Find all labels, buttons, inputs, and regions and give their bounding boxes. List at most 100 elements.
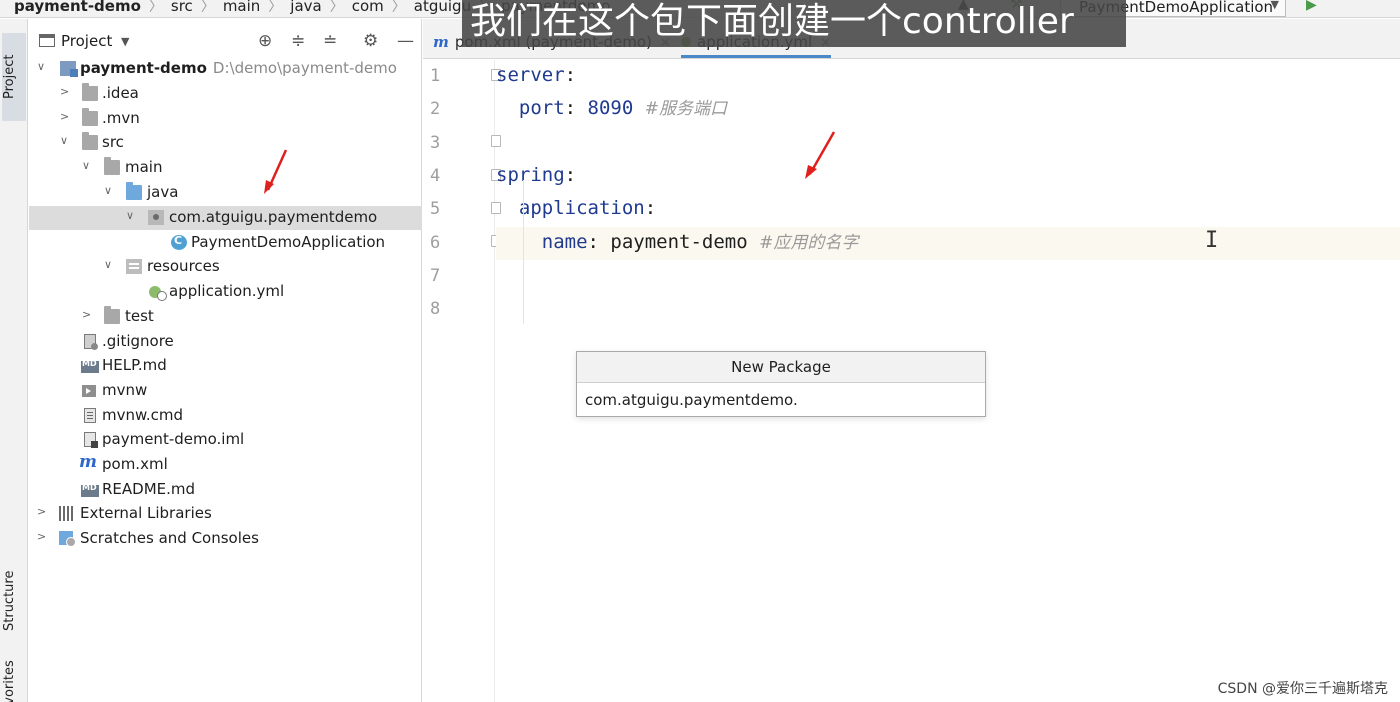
yaml-comment: #服务端口 bbox=[644, 99, 728, 119]
tree-item-src[interactable]: ∨ src bbox=[29, 131, 422, 155]
source-folder-icon bbox=[126, 182, 142, 200]
resources-folder-icon bbox=[126, 259, 142, 274]
line-number: 6 bbox=[430, 233, 441, 253]
yaml-key: server bbox=[496, 64, 565, 86]
run-icon[interactable]: ▶ bbox=[1306, 0, 1317, 13]
chevron-down-icon[interactable]: ∨ bbox=[60, 134, 72, 147]
iml-file-icon bbox=[84, 432, 98, 448]
line-number: 2 bbox=[430, 99, 441, 119]
tree-item-label: mvnw bbox=[102, 381, 148, 399]
line-number: 1 bbox=[430, 66, 441, 86]
maven-icon: m bbox=[433, 33, 449, 51]
breadcrumb-separator-icon: 〉 bbox=[329, 0, 344, 15]
chevron-down-icon[interactable]: ∨ bbox=[82, 159, 94, 172]
tree-item-application-yml[interactable]: application.yml bbox=[29, 280, 422, 304]
tree-item-resources[interactable]: ∨ resources bbox=[29, 255, 422, 279]
tree-item-label: application.yml bbox=[169, 282, 285, 300]
libraries-icon bbox=[59, 506, 75, 521]
code-line-current: name: payment-demo #应用的名字 bbox=[496, 227, 1400, 260]
breadcrumb-item[interactable]: main bbox=[223, 0, 260, 15]
tree-item-main[interactable]: ∨ main bbox=[29, 156, 422, 180]
chevron-right-icon[interactable]: > bbox=[60, 85, 72, 98]
package-name-input[interactable] bbox=[577, 384, 985, 416]
tree-item-external-libraries[interactable]: > External Libraries bbox=[29, 502, 422, 526]
tree-item-pom-xml[interactable]: m pom.xml bbox=[29, 452, 422, 477]
module-path: D:\demo\payment-demo bbox=[212, 59, 397, 77]
gitignore-file-icon bbox=[84, 334, 98, 350]
tool-tab-project[interactable]: Project bbox=[2, 33, 26, 121]
tree-item-label: test bbox=[125, 307, 154, 325]
tree-item-idea[interactable]: > .idea bbox=[29, 82, 422, 106]
yaml-key: port bbox=[518, 97, 565, 119]
chevron-right-icon[interactable]: > bbox=[37, 530, 49, 543]
code-line: server: bbox=[496, 64, 577, 86]
tree-item-mvnw-cmd[interactable]: mvnw.cmd bbox=[29, 404, 422, 428]
chevron-down-icon[interactable]: ∨ bbox=[126, 209, 138, 222]
tree-item-help-md[interactable]: HELP.md bbox=[29, 354, 422, 378]
breadcrumb-separator-icon: 〉 bbox=[391, 0, 406, 15]
line-number: 8 bbox=[430, 299, 441, 319]
watermark: CSDN @爱你三千遍斯塔克 bbox=[1217, 681, 1388, 697]
chevron-right-icon[interactable]: > bbox=[37, 505, 49, 518]
chevron-down-icon[interactable]: ∨ bbox=[104, 184, 116, 197]
tree-item-gitignore[interactable]: .gitignore bbox=[29, 330, 422, 354]
tree-item-readme-md[interactable]: README.md bbox=[29, 478, 422, 502]
collapse-all-icon[interactable]: ≐ bbox=[323, 31, 337, 51]
folder-icon bbox=[104, 157, 120, 175]
breadcrumb-item[interactable]: com bbox=[352, 0, 384, 15]
code-line: spring: bbox=[496, 164, 577, 186]
dialog-title: New Package bbox=[577, 352, 985, 383]
folder-icon bbox=[82, 132, 98, 150]
breadcrumb-item[interactable]: java bbox=[290, 0, 321, 15]
tool-tab-favorites[interactable]: Favorites bbox=[2, 659, 26, 702]
tree-item-label: main bbox=[125, 158, 163, 176]
chevron-down-icon[interactable]: ▼ bbox=[121, 35, 129, 48]
yaml-key: application bbox=[518, 197, 645, 219]
tree-item-test[interactable]: > test bbox=[29, 305, 422, 329]
chevron-down-icon[interactable]: ∨ bbox=[37, 60, 49, 73]
line-number: 4 bbox=[430, 166, 441, 186]
tree-item-label: HELP.md bbox=[102, 356, 167, 374]
minimize-icon[interactable]: — bbox=[397, 31, 414, 51]
tree-item-label: mvnw.cmd bbox=[102, 406, 184, 424]
folder-icon bbox=[104, 306, 120, 324]
text-cursor-icon: I bbox=[1205, 228, 1219, 253]
editor-gutter: 1 2 3 4 5 6 7 8 bbox=[423, 60, 501, 702]
maven-icon: m bbox=[79, 452, 97, 472]
folder-icon bbox=[82, 108, 98, 126]
chevron-down-icon[interactable]: ∨ bbox=[104, 258, 116, 271]
tree-item-payment-demo[interactable]: ∨ payment-demo D:\demo\payment-demo bbox=[29, 57, 422, 81]
breadcrumb-item[interactable]: src bbox=[171, 0, 193, 15]
tool-tab-structure[interactable]: Structure bbox=[2, 549, 26, 653]
tree-item-label: External Libraries bbox=[80, 504, 212, 522]
expand-all-icon[interactable]: ≑ bbox=[291, 31, 305, 51]
project-view-selector[interactable]: Project bbox=[61, 32, 112, 50]
tree-item-package[interactable]: ∨ com.atguigu.paymentdemo bbox=[29, 206, 422, 230]
tree-item-label: pom.xml bbox=[102, 455, 168, 473]
folder-icon bbox=[82, 83, 98, 101]
code-line: application: bbox=[518, 197, 657, 219]
annotation-arrow-icon bbox=[805, 131, 836, 179]
annotation-arrow-icon bbox=[264, 149, 288, 194]
gear-icon[interactable]: ⚙ bbox=[363, 31, 378, 51]
tree-item-label: .mvn bbox=[102, 109, 140, 127]
chevron-right-icon[interactable]: > bbox=[60, 110, 72, 123]
tree-item-java[interactable]: ∨ java bbox=[29, 181, 422, 205]
breadcrumb-item[interactable]: payment-demo bbox=[14, 0, 141, 15]
tree-item-mvnw[interactable]: mvnw bbox=[29, 379, 422, 403]
tree-item-application-class[interactable]: PaymentDemoApplication bbox=[29, 231, 422, 255]
tree-item-label: .idea bbox=[102, 84, 139, 102]
yaml-key: name bbox=[541, 231, 588, 253]
tree-item-iml[interactable]: payment-demo.iml bbox=[29, 428, 422, 452]
tree-item-label: .gitignore bbox=[102, 332, 174, 350]
breadcrumb-separator-icon: 〉 bbox=[200, 0, 215, 15]
tree-item-scratches[interactable]: > Scratches and Consoles bbox=[29, 527, 422, 551]
chevron-right-icon[interactable]: > bbox=[82, 308, 94, 321]
breadcrumb-separator-icon: 〉 bbox=[268, 0, 283, 15]
tree-item-label: Scratches and Consoles bbox=[80, 529, 259, 547]
locate-target-icon[interactable]: ⊕ bbox=[258, 31, 272, 51]
cmd-file-icon bbox=[84, 408, 96, 423]
tree-item-mvn[interactable]: > .mvn bbox=[29, 107, 422, 131]
